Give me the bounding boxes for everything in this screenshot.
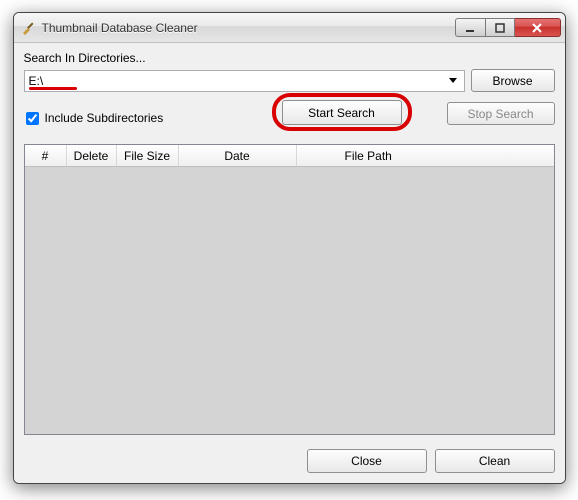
directory-value: E:\ (29, 74, 446, 88)
start-search-wrap: Start Search (282, 100, 402, 125)
client-area: Search In Directories... E:\ Browse Incl… (14, 43, 565, 483)
broom-icon (20, 20, 36, 36)
options-row: Include Subdirectories Start Search Stop… (24, 102, 555, 134)
column-date[interactable]: Date (179, 145, 297, 166)
minimize-icon (465, 23, 475, 33)
search-label: Search In Directories... (24, 51, 555, 65)
maximize-icon (495, 23, 505, 33)
start-search-button[interactable]: Start Search (282, 100, 402, 125)
browse-button[interactable]: Browse (471, 69, 555, 92)
close-window-button[interactable] (515, 18, 561, 37)
stop-search-button[interactable]: Stop Search (447, 102, 555, 125)
window-controls (455, 18, 561, 37)
include-subdirs-checkbox[interactable]: Include Subdirectories (26, 111, 164, 125)
chevron-down-icon[interactable] (446, 71, 460, 91)
stop-search-wrap: Stop Search (447, 102, 555, 125)
bottom-buttons: Close Clean (24, 435, 555, 473)
minimize-button[interactable] (455, 18, 485, 37)
column-delete[interactable]: Delete (67, 145, 117, 166)
column-number[interactable]: # (25, 145, 67, 166)
close-button[interactable]: Close (307, 449, 427, 473)
include-subdirs-input[interactable] (26, 112, 39, 125)
results-listview[interactable]: # Delete File Size Date File Path (24, 144, 555, 435)
app-window: Thumbnail Database Cleaner Search In Dir… (13, 12, 566, 484)
listview-header: # Delete File Size Date File Path (25, 145, 554, 167)
column-filesize[interactable]: File Size (117, 145, 179, 166)
column-filepath[interactable]: File Path (297, 145, 554, 166)
directory-combo[interactable]: E:\ (24, 70, 465, 92)
maximize-button[interactable] (485, 18, 515, 37)
window-title: Thumbnail Database Cleaner (42, 21, 455, 35)
path-row: E:\ Browse (24, 69, 555, 92)
annotation-underline (29, 87, 77, 90)
title-bar[interactable]: Thumbnail Database Cleaner (14, 13, 565, 43)
include-subdirs-label: Include Subdirectories (45, 111, 164, 125)
clean-button[interactable]: Clean (435, 449, 555, 473)
close-icon (531, 23, 543, 33)
listview-body[interactable] (25, 167, 554, 434)
